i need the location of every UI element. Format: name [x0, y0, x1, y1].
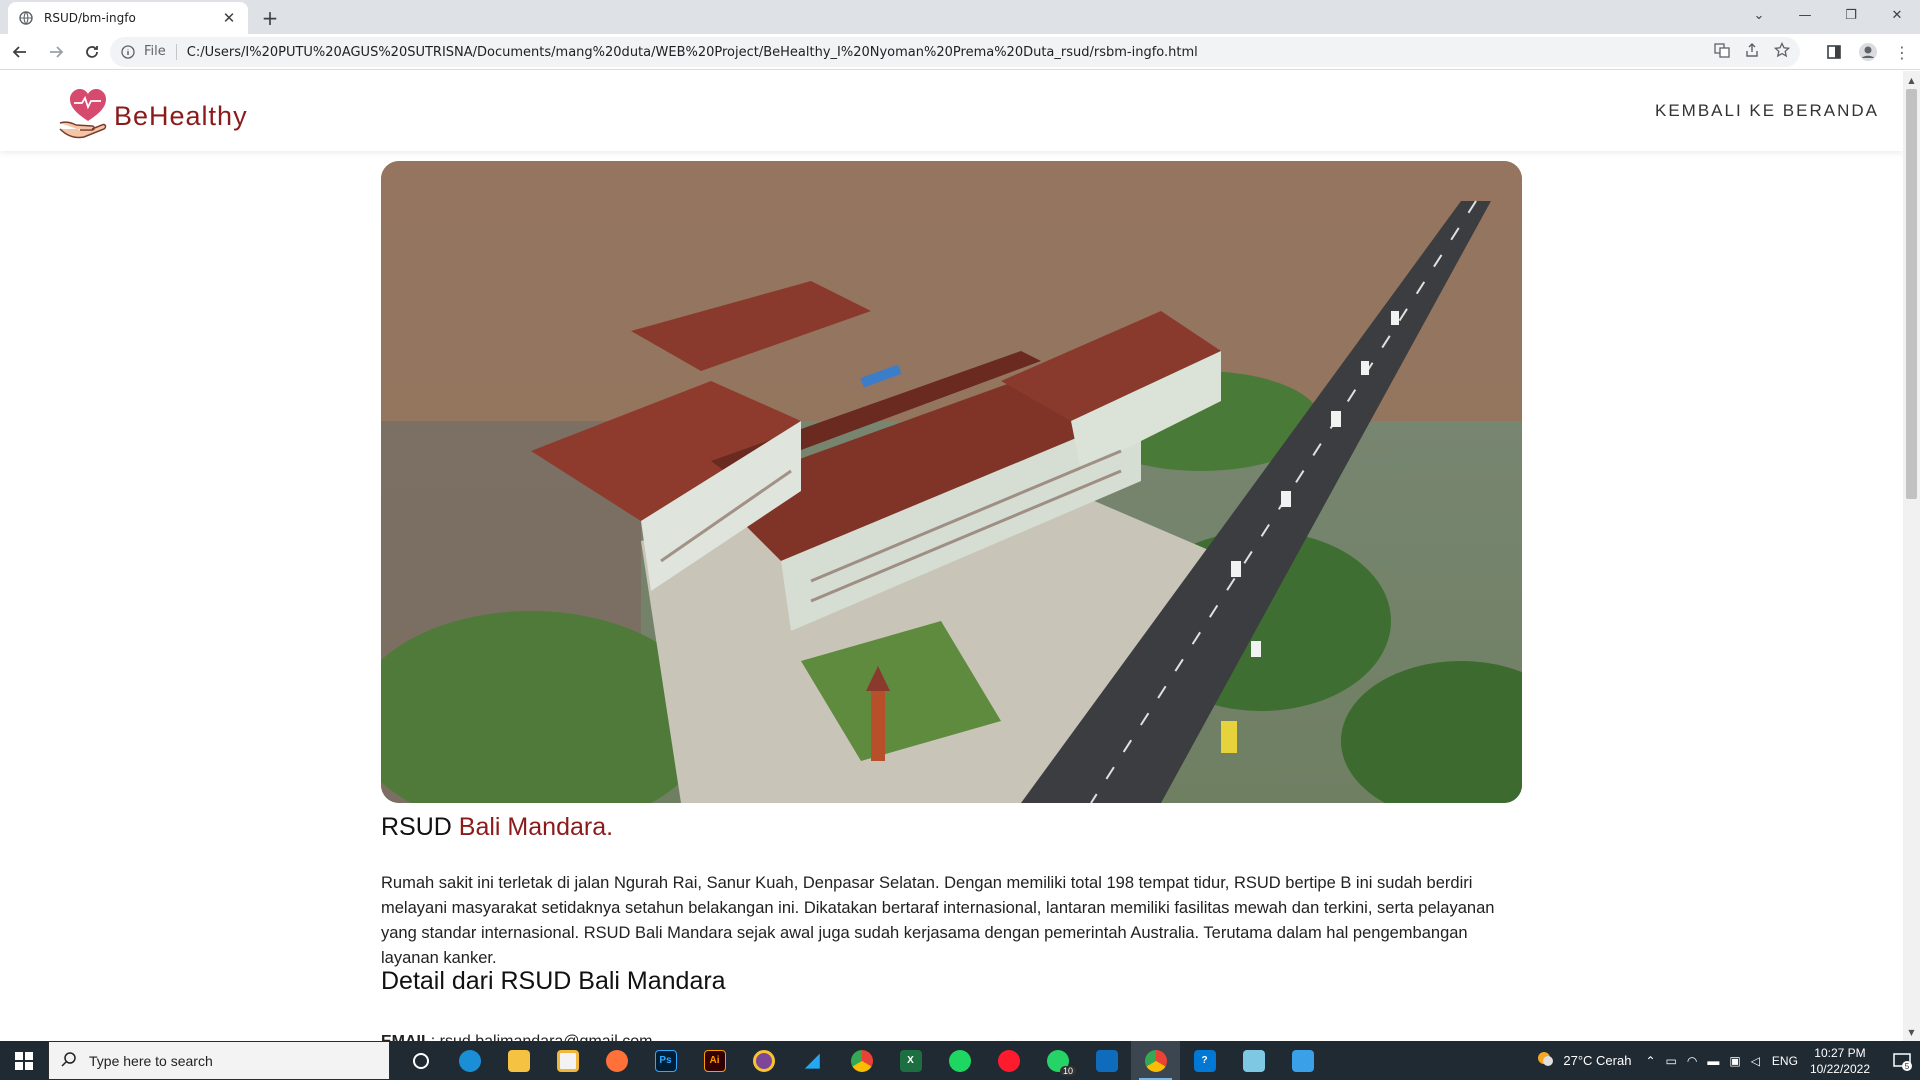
back-to-home-link[interactable]: KEMBALI KE BERANDA	[1655, 101, 1879, 121]
scroll-up-arrow-icon[interactable]: ▲	[1903, 73, 1920, 87]
display-icon[interactable]: ▣	[1729, 1054, 1740, 1068]
search-icon	[61, 1051, 77, 1071]
whatsapp-badge: 10	[1059, 1066, 1076, 1076]
scroll-down-arrow-icon[interactable]: ▼	[1903, 1025, 1920, 1039]
hospital-description: Rumah sakit ini terletak di jalan Ngurah…	[381, 874, 1495, 967]
battery-icon[interactable]: ▬	[1707, 1054, 1719, 1068]
notepad-icon[interactable]	[1229, 1041, 1278, 1080]
more-menu-icon[interactable]: ⋮	[1890, 40, 1914, 64]
vscode-icon[interactable]: ◢	[788, 1041, 837, 1080]
cortana-icon[interactable]	[396, 1041, 445, 1080]
window-controls: ⌄ — ❐ ✕	[1736, 0, 1920, 30]
page-scrollbar[interactable]: ▲ ▼	[1903, 71, 1920, 1041]
excel-icon[interactable]: X	[886, 1041, 935, 1080]
translate-icon[interactable]	[1714, 42, 1730, 62]
search-placeholder: Type here to search	[89, 1052, 213, 1069]
browser-tab[interactable]: RSUD/bm-ingfo ✕	[8, 2, 248, 34]
tab-search-icon[interactable]: ⌄	[1736, 0, 1782, 30]
mail-icon[interactable]	[1082, 1041, 1131, 1080]
browser-toolbar: File C:/Users/I%20PUTU%20AGUS%20SUTRISNA…	[0, 34, 1920, 70]
logo-wordmark: BeHealthy	[114, 100, 248, 131]
clock[interactable]: 10:27 PM 10/22/2022	[1810, 1045, 1870, 1077]
browser-tabbar: RSUD/bm-ingfo ✕ + ⌄ — ❐ ✕	[0, 0, 1920, 34]
spotify-icon[interactable]	[935, 1041, 984, 1080]
windows-start-button[interactable]	[0, 1041, 48, 1080]
new-tab-button[interactable]: +	[258, 6, 282, 30]
info-icon[interactable]	[120, 44, 136, 60]
hospital-title: RSUD Bali Mandara.	[381, 813, 614, 841]
scroll-thumb[interactable]	[1906, 89, 1917, 499]
opera-icon[interactable]	[984, 1041, 1033, 1080]
restore-button[interactable]: ❐	[1828, 0, 1874, 30]
reload-button[interactable]	[76, 36, 108, 68]
side-panel-icon[interactable]	[1822, 40, 1846, 64]
detail-heading: Detail dari RSUD Bali Mandara	[381, 967, 726, 995]
tab-title: RSUD/bm-ingfo	[44, 11, 136, 25]
email-line: EMAIL: rsud.balimandara@gmail.com	[381, 1033, 652, 1041]
profile-avatar-icon[interactable]	[1856, 40, 1880, 64]
close-tab-icon[interactable]: ✕	[220, 9, 238, 27]
whatsapp-icon[interactable]: 10	[1033, 1041, 1082, 1080]
notification-icon[interactable]: 5	[1884, 1041, 1920, 1080]
close-window-button[interactable]: ✕	[1874, 0, 1920, 30]
globe-icon	[18, 10, 34, 26]
file-explorer-icon[interactable]	[494, 1041, 543, 1080]
page-viewport: BeHealthy KEMBALI KE BERANDA RSUD Bali M…	[0, 71, 1903, 1041]
chevron-up-icon[interactable]: ⌃	[1645, 1054, 1655, 1068]
minimize-button[interactable]: —	[1782, 0, 1828, 30]
help-icon[interactable]: ?	[1180, 1041, 1229, 1080]
bookmark-star-icon[interactable]	[1773, 41, 1791, 62]
share-icon[interactable]	[1744, 42, 1760, 62]
file-scheme-label: File	[144, 44, 177, 60]
wifi-icon[interactable]: ◠	[1687, 1054, 1697, 1068]
forward-button[interactable]	[40, 36, 72, 68]
paint-icon[interactable]	[1278, 1041, 1327, 1080]
weather-widget[interactable]: 27°C Cerah	[1535, 1049, 1631, 1072]
back-button[interactable]	[4, 36, 36, 68]
tor-browser-icon[interactable]	[739, 1041, 788, 1080]
url-text[interactable]: C:/Users/I%20PUTU%20AGUS%20SUTRISNA/Docu…	[187, 45, 1198, 60]
taskbar-search-box[interactable]: Type here to search	[48, 1041, 390, 1080]
address-bar[interactable]: File C:/Users/I%20PUTU%20AGUS%20SUTRISNA…	[110, 37, 1800, 67]
chrome-icon[interactable]	[837, 1041, 886, 1080]
illustrator-icon[interactable]: Ai	[690, 1041, 739, 1080]
photoshop-icon[interactable]: Ps	[641, 1041, 690, 1080]
meet-now-icon[interactable]: ▭	[1666, 1054, 1677, 1068]
hospital-aerial-image	[381, 161, 1522, 803]
firefox-icon[interactable]	[592, 1041, 641, 1080]
system-tray: 27°C Cerah ⌃ ▭ ◠ ▬ ▣ ◁ ENG 10:27 PM 10/2…	[1535, 1041, 1920, 1080]
windows-taskbar: Type here to search Ps Ai ◢ X 10 ? 27°C …	[0, 1041, 1920, 1080]
heart-hand-logo-icon	[59, 89, 107, 139]
site-header: BeHealthy KEMBALI KE BERANDA	[0, 71, 1903, 151]
store-icon[interactable]	[543, 1041, 592, 1080]
weather-sun-icon	[1535, 1049, 1555, 1072]
chrome-active-icon[interactable]	[1131, 1041, 1180, 1080]
behealthy-logo[interactable]: BeHealthy	[58, 85, 248, 141]
edge-icon[interactable]	[445, 1041, 494, 1080]
svg-text:5: 5	[1905, 1062, 1910, 1071]
language-indicator[interactable]: ENG	[1772, 1054, 1798, 1068]
volume-muted-icon[interactable]: ◁	[1751, 1054, 1760, 1068]
